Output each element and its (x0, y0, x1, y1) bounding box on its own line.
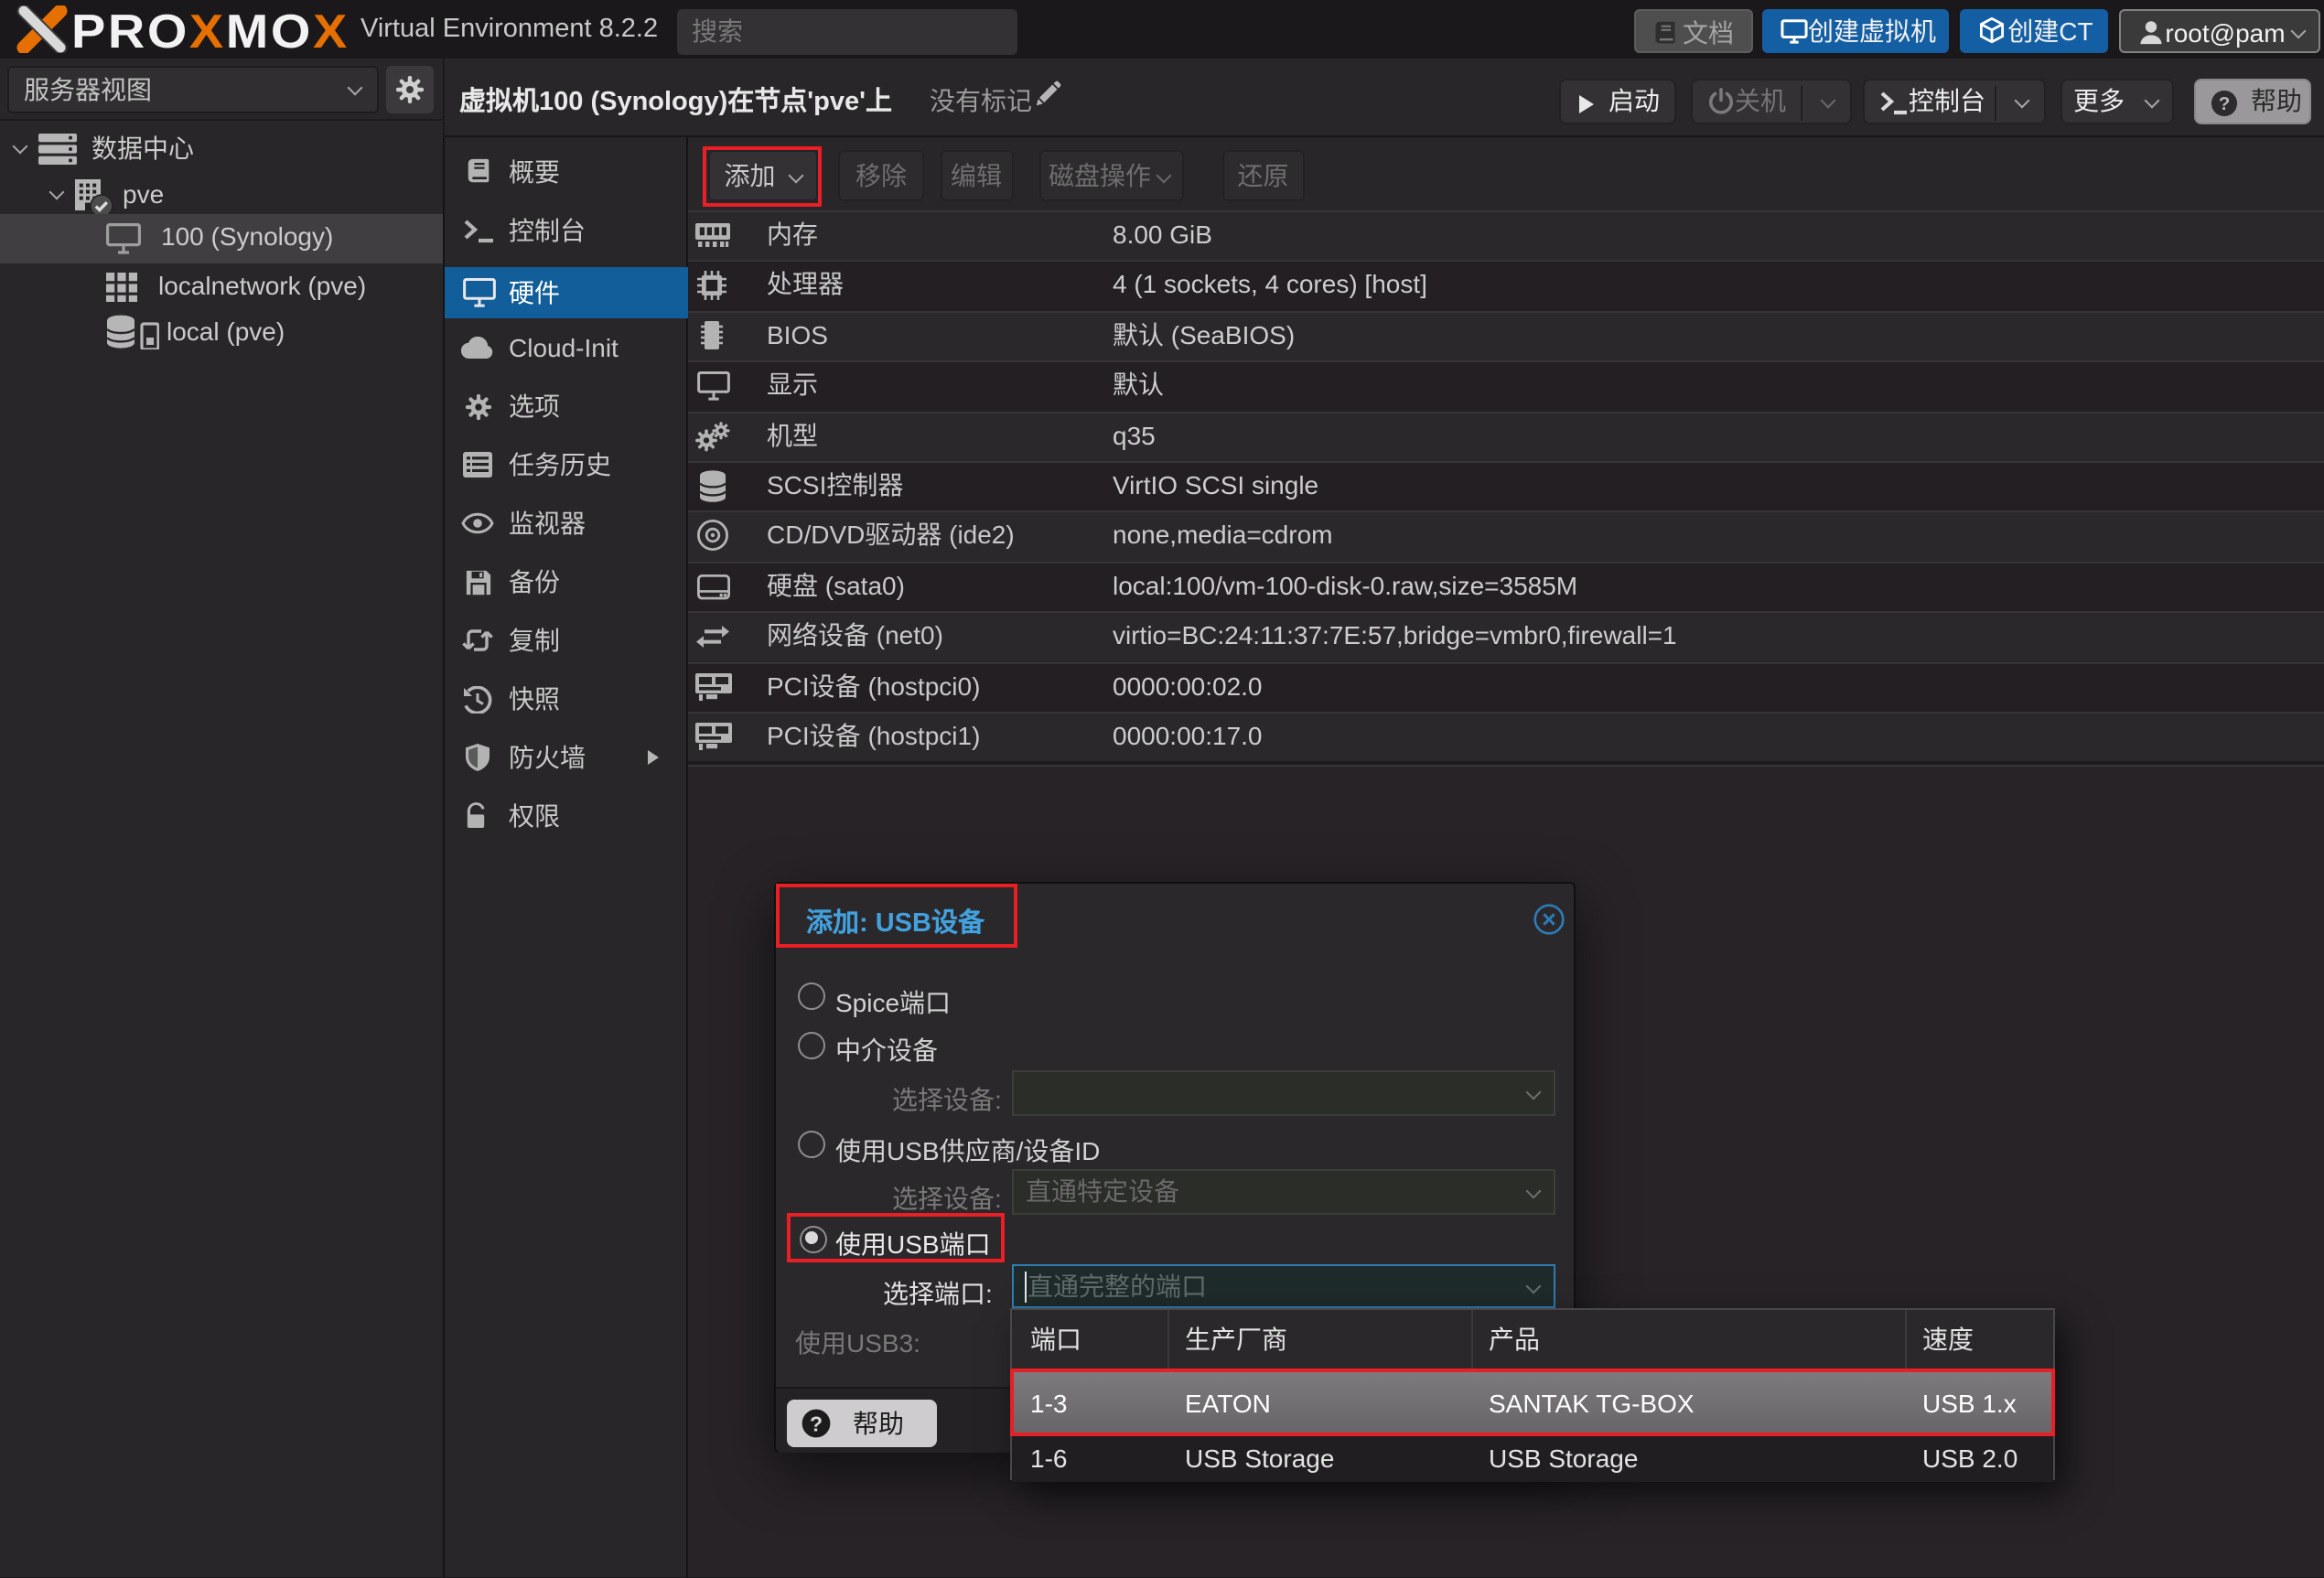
svg-text:?: ? (810, 1412, 823, 1435)
svg-text:?: ? (2219, 93, 2231, 114)
